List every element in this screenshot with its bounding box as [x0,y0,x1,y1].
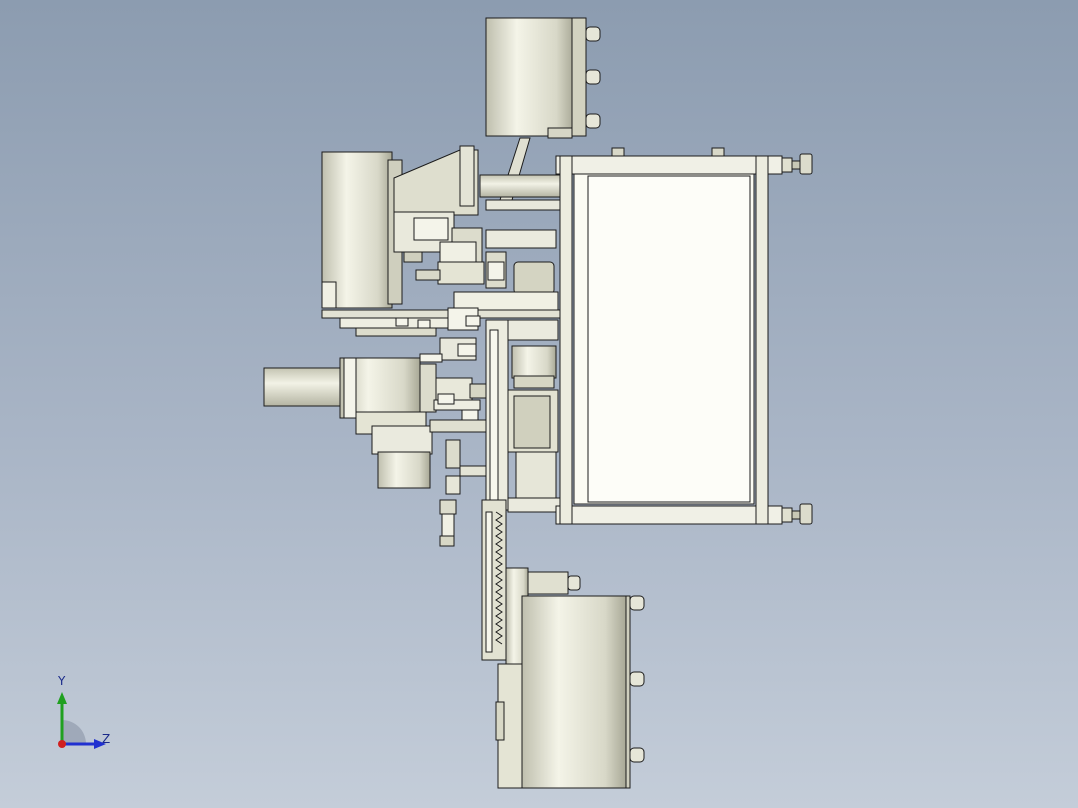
cad-viewport[interactable]: Y Z [0,0,1078,808]
axis-triad: Y Z [40,674,130,760]
x-axis-dot [58,740,66,748]
machine-assembly-drawing[interactable] [0,0,1078,808]
axis-triad-graphic [57,692,106,749]
left-spindle-motor [263,357,487,547]
bottom-motor [495,567,645,789]
z-axis-label: Z [102,732,111,746]
right-cabinet [555,147,813,525]
y-axis-arrowhead [57,692,67,704]
y-axis-label: Y [58,674,66,688]
triad-quadrant-shade [62,720,86,744]
toothed-rail [481,499,507,661]
